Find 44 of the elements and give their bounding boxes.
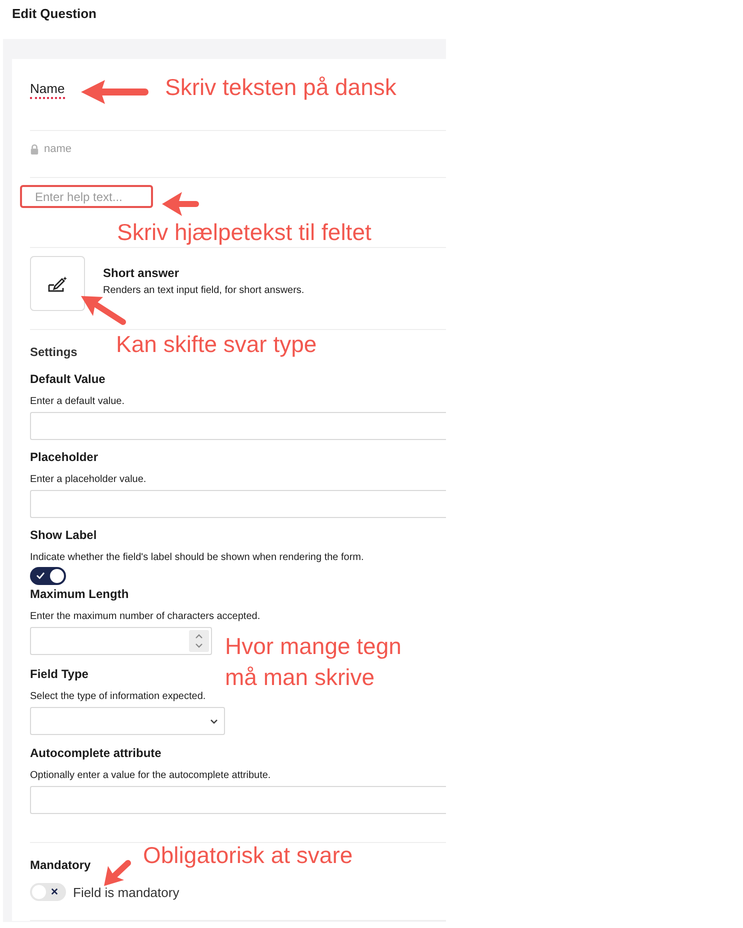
setting-description: Enter the maximum number of characters accepted. (30, 610, 260, 624)
setting-description: Indicate whether the field's label should be shown when rendering the form. (30, 551, 364, 565)
setting-description: Enter a default value. (30, 395, 125, 409)
annotation-arrow (81, 294, 127, 328)
toggle-switch[interactable] (30, 883, 66, 901)
annotation-arrow (162, 191, 200, 217)
spinner-icon (189, 630, 209, 652)
page-title: Edit Question (11, 5, 98, 23)
setting-label: Field Type (30, 666, 88, 683)
setting-label: Show Label (30, 527, 97, 544)
annotation-text: Hvor mange tegn må man skrive (225, 632, 402, 692)
annotation-arrow (81, 79, 149, 105)
setting-description: Select the type of information expected. (30, 690, 206, 704)
setting-description: Optionally enter a value for the autocomplete attribute. (30, 769, 271, 783)
help-text-field[interactable]: Enter help text... (20, 185, 153, 208)
annotation-text: Obligatorisk at svare (143, 841, 353, 869)
alias-text: name (44, 143, 72, 155)
mandatory-label: Mandatory (30, 857, 91, 874)
select-field[interactable] (30, 707, 225, 735)
text-input-field[interactable] (30, 786, 446, 814)
toggle-switch[interactable] (30, 567, 66, 585)
editor-title: Short answer (103, 266, 180, 281)
editor-picker-button[interactable] (30, 256, 85, 311)
annotation-arrow (102, 858, 132, 888)
text-input-field[interactable] (30, 412, 446, 440)
setting-label: Autocomplete attribute (30, 745, 162, 762)
annotation-text: Skriv hjælpetekst til feltet (117, 218, 372, 246)
check-icon (36, 572, 45, 579)
toggle-label: Field is mandatory (73, 884, 180, 900)
setting-description: Enter a placeholder value. (30, 473, 146, 487)
setting-label: Maximum Length (30, 586, 129, 603)
edit-icon (48, 276, 68, 292)
annotation-text: Kan skifte svar type (116, 330, 317, 358)
number-input-field[interactable] (30, 627, 212, 655)
name-label: Name (30, 81, 65, 99)
setting-label: Placeholder (30, 449, 98, 466)
chevron-down-icon (210, 718, 218, 724)
lock-icon (30, 144, 39, 154)
annotation-text: Skriv teksten på dansk (165, 73, 396, 101)
text-input-field[interactable] (30, 490, 446, 518)
close-icon (51, 888, 58, 895)
editor-description: Renders an text input field, for short answers. (103, 284, 304, 298)
settings-heading: Settings (30, 344, 78, 361)
setting-label: Default Value (30, 371, 106, 388)
